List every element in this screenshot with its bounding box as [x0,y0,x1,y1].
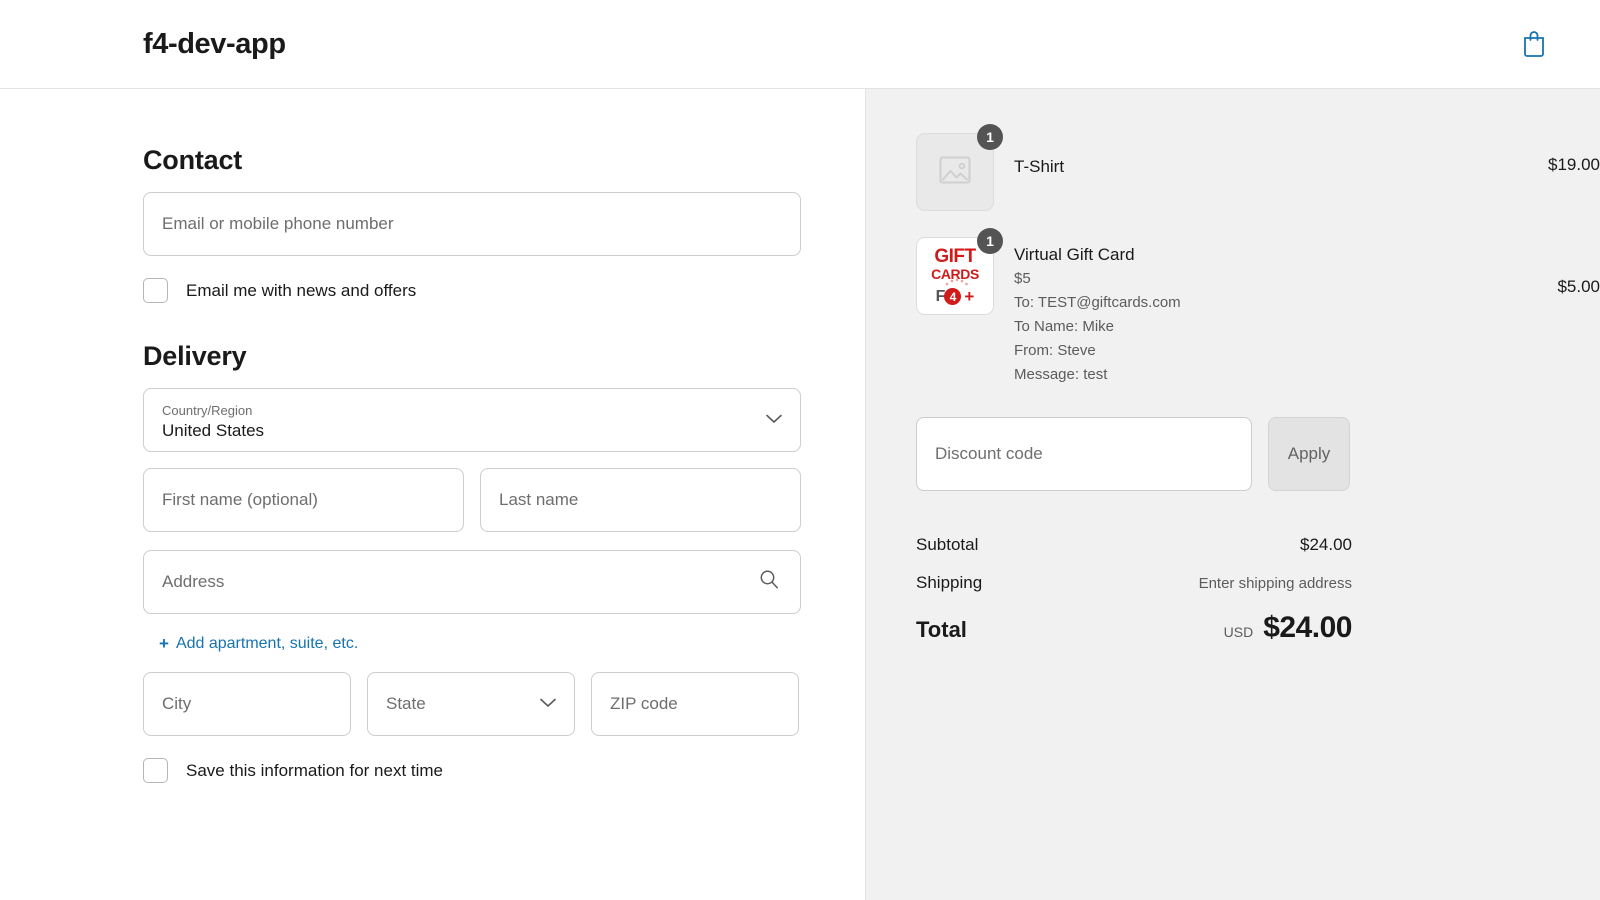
newsletter-checkbox[interactable] [143,278,168,303]
save-info-checkbox[interactable] [143,758,168,783]
gift-art-dots-icon [945,278,968,286]
line-item-meta: To: TEST@giftcards.com [1014,294,1181,311]
email-field[interactable]: Email or mobile phone number [143,192,801,256]
checkout-body: Contact Email or mobile phone number Ema… [0,89,1600,900]
line-item-meta: To Name: Mike [1014,318,1115,335]
discount-row: Discount code Apply [916,417,1600,491]
last-name-placeholder: Last name [499,490,579,509]
discount-code-placeholder: Discount code [935,444,1043,463]
country-region-select[interactable]: Country/Region United States [143,388,801,452]
city-state-zip-row: City State ZIP code [143,672,865,736]
address-placeholder: Address [162,572,225,591]
shipping-value: Enter shipping address [1198,575,1352,592]
gift-art-badge: F 4 + [936,287,975,306]
total-currency: USD [1223,624,1254,640]
first-name-field[interactable]: First name (optional) [143,468,464,532]
shop-title: f4-dev-app [143,27,286,60]
line-item-details: Virtual Gift Card $5 To: TEST@giftcards.… [1014,237,1510,387]
city-field[interactable]: City [143,672,351,736]
image-placeholder-icon [936,153,974,192]
order-summary-pane: 1 T-Shirt $19.00 GIFT CARDS F 4 + 1 Virt… [865,89,1600,900]
add-apartment-label: Add apartment, suite, etc. [175,635,359,652]
shipping-label: Shipping [916,573,983,592]
cart-button[interactable] [1512,22,1556,66]
save-info-label: Save this information for next time [186,760,444,780]
plus-icon: + [159,634,169,653]
zip-code-placeholder: ZIP code [610,694,678,713]
subtotal-row: Subtotal $24.00 [916,535,1352,555]
line-item-title: Virtual Gift Card [1014,245,1135,264]
zip-code-field[interactable]: ZIP code [591,672,799,736]
contact-heading: Contact [143,145,243,175]
gift-art-line1: GIFT [934,246,976,267]
product-thumbnail-wrap: 1 [916,124,1003,211]
product-thumbnail-wrap: GIFT CARDS F 4 + 1 [916,228,1003,315]
first-name-placeholder: First name (optional) [162,490,318,509]
subtotal-value: $24.00 [1300,535,1352,554]
gift-art-number: 4 [944,288,962,305]
newsletter-label: Email me with news and offers [186,280,417,300]
gift-art-plus: + [964,287,975,306]
name-row: First name (optional) Last name [143,468,865,532]
quantity-badge: 1 [977,124,1003,150]
discount-code-input[interactable]: Discount code [916,417,1252,491]
newsletter-checkbox-row[interactable]: Email me with news and offers [143,278,865,303]
total-value: $24.00 [1263,611,1352,644]
line-item-price: $19.00 [1548,155,1600,174]
line-item-title: T-Shirt [1014,157,1065,176]
state-select[interactable]: State [367,672,575,736]
quantity-badge: 1 [977,228,1003,254]
line-item-details: T-Shirt [1014,133,1510,179]
country-region-label: Country/Region [162,402,253,418]
total-row: Total USD $24.00 [916,611,1352,645]
add-apartment-link[interactable]: + Add apartment, suite, etc. [159,634,358,654]
chevron-down-icon [540,695,556,713]
total-label: Total [916,617,967,642]
state-placeholder: State [386,694,426,713]
total-amount-group: USD $24.00 [1223,611,1353,645]
page-header: f4-dev-app [0,0,1600,89]
email-placeholder: Email or mobile phone number [162,214,394,233]
delivery-section: Delivery Country/Region United States Fi… [143,341,865,783]
subtotal-label: Subtotal [916,535,979,554]
contact-section: Contact Email or mobile phone number Ema… [143,145,865,303]
checkout-page: f4-dev-app Contact Email or mobile phone… [0,0,1600,900]
line-item-meta: $5 [1014,270,1031,287]
delivery-heading: Delivery [143,341,247,371]
country-region-value: United States [162,420,265,440]
checkout-form-pane: Contact Email or mobile phone number Ema… [0,89,865,900]
apply-discount-button[interactable]: Apply [1268,417,1350,491]
save-info-checkbox-row[interactable]: Save this information for next time [143,758,865,783]
shopping-bag-icon [1521,29,1547,60]
line-item: GIFT CARDS F 4 + 1 Virtual Gift Card $5 … [916,228,1600,387]
line-item-meta: Message: test [1014,366,1108,383]
shipping-row: Shipping Enter shipping address [916,573,1352,593]
address-field[interactable]: Address [143,550,801,614]
line-item-price: $5.00 [1557,277,1600,296]
city-placeholder: City [162,694,192,713]
search-icon[interactable] [758,569,780,596]
line-item-meta: From: Steve [1014,342,1096,359]
line-item: 1 T-Shirt $19.00 [916,124,1600,211]
chevron-down-icon [766,411,782,429]
totals-block: Subtotal $24.00 Shipping Enter shipping … [916,535,1352,645]
last-name-field[interactable]: Last name [480,468,801,532]
